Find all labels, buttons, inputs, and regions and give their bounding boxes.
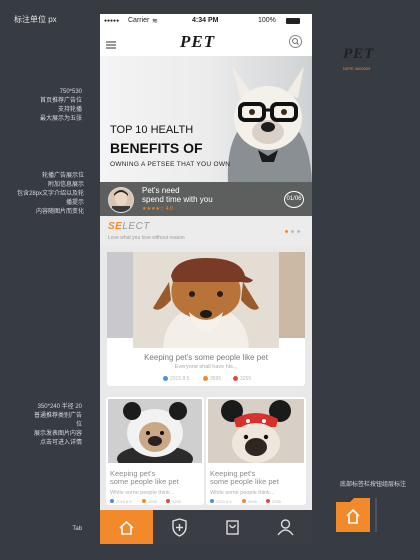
- mouse-ears-dog-photo: [208, 399, 304, 463]
- wifi-icon: ≋: [152, 18, 158, 25]
- tab-pets[interactable]: [153, 510, 206, 544]
- phone-screen: ●●●●● Carrier ≋ 4:34 PM 100% PET TOP 10 …: [100, 14, 312, 544]
- like-count: 3255: [172, 499, 181, 504]
- search-icon[interactable]: [289, 35, 302, 48]
- likes-icon: [166, 499, 170, 503]
- hero-banner[interactable]: TOP 10 HEALTH BENEFITS OF OWNING A PETSE…: [100, 56, 312, 182]
- feature-card-title: Keeping pet's some people like pet: [144, 353, 268, 362]
- select-subtitle: Love what you love without reason: [108, 235, 185, 241]
- views-icon: [242, 499, 246, 503]
- post-card-title-line2: some people like pet: [210, 477, 279, 486]
- view-count: 3595: [248, 499, 257, 504]
- featured-post-card[interactable]: Keeping pet's some people like pet Every…: [107, 252, 305, 386]
- post-card-subtitle: While some people think...: [110, 490, 175, 496]
- post-card-subtitle: While some people think...: [210, 490, 275, 496]
- page-dot: [291, 230, 294, 233]
- date-icon: [110, 499, 114, 503]
- likes-icon: [266, 499, 270, 503]
- select-heading: SELECT: [108, 221, 150, 232]
- hero-title-line2: BENEFITS OF: [110, 140, 203, 156]
- home-icon: [119, 520, 134, 535]
- carousel-info-bar[interactable]: Pet's need spend time with you ★★★★☆ 4.0…: [100, 182, 312, 216]
- signal-icon: ●●●●●: [104, 18, 120, 24]
- likes-icon: [233, 376, 238, 381]
- battery-percent: 100%: [258, 17, 276, 24]
- clock-time: 4:34 PM: [192, 17, 219, 24]
- brand-color-caption: NZPE 4000009: [343, 66, 371, 71]
- date-icon: [210, 499, 214, 503]
- brand-mark-sample: PET: [343, 46, 375, 62]
- ad-title-line2: spend time with you: [142, 195, 213, 204]
- bottom-tab-bar: [100, 510, 312, 544]
- adbar-spec-note: 轮播广告展示位 附加信息展示 包含28px文字介绍以及轮播提示 内容随图片而变化: [16, 173, 84, 215]
- feature-card-subtitle: Everyone shall have his...: [174, 364, 238, 370]
- page-dot-active: [285, 230, 288, 233]
- views-icon: [203, 376, 208, 381]
- status-bar: ●●●●● Carrier ≋ 4:34 PM 100%: [100, 14, 312, 28]
- hero-spec-note: 750*530 首页推荐广告位 支持轮播 最大展示为五张: [39, 89, 82, 122]
- ad-title-line1: Pet's need: [142, 186, 180, 195]
- dog-with-cap-photo: [133, 252, 279, 348]
- tab-spec-note: Tab: [72, 526, 82, 532]
- carrier-label: Carrier: [128, 17, 150, 24]
- nav-bar: PET: [100, 28, 312, 56]
- pet-shield-icon: [172, 518, 187, 537]
- profile-icon: [277, 519, 294, 536]
- post-date: 2015.8.5: [170, 376, 190, 382]
- post-date: 2015.8.5: [116, 499, 132, 504]
- ad-rating: ★★★★☆ 4.0: [142, 206, 173, 212]
- page-dot: [297, 230, 300, 233]
- tab-shop[interactable]: [206, 510, 259, 544]
- bottom-spec-note: 底部标签栏按钮组层标注: [339, 482, 406, 488]
- card-spec-note: 350*240 半径 20 普通推荐类别广告位 展示发表图片内容 点击可进入详情: [33, 404, 82, 446]
- select-section-header: SELECT Love what you love without reason: [100, 216, 312, 246]
- tab-button-spec: [332, 496, 390, 537]
- post-date: 2015.8.5: [216, 499, 232, 504]
- view-count: 3595: [210, 376, 222, 382]
- menu-icon[interactable]: [106, 37, 116, 49]
- hero-title-line1: TOP 10 HEALTH: [110, 124, 194, 136]
- carousel-page-indicator: 01/06: [284, 191, 304, 208]
- post-card[interactable]: Keeping pet's some people like pet While…: [206, 397, 306, 505]
- avatar: [108, 187, 134, 213]
- like-count: 3255: [240, 376, 252, 382]
- hero-subtitle: OWNING A PETSEE THAT YOU OWN: [110, 161, 231, 168]
- prev-card-peek: [107, 252, 133, 338]
- tab-profile[interactable]: [259, 510, 312, 544]
- spec-title: 标注单位 px: [14, 15, 57, 24]
- battery-icon: [286, 18, 300, 24]
- post-card[interactable]: Keeping pet's some people like pet While…: [106, 397, 204, 505]
- shop-bag-icon: [226, 520, 239, 535]
- views-icon: [142, 499, 146, 503]
- tab-home[interactable]: [100, 510, 153, 544]
- like-count: 3255: [272, 499, 281, 504]
- post-card-title-line2: some people like pet: [110, 477, 179, 486]
- view-count: 3595: [148, 499, 157, 504]
- date-icon: [163, 376, 168, 381]
- panda-costume-dog-photo: [108, 399, 202, 463]
- next-card-peek: [279, 252, 305, 338]
- dog-with-glasses-illustration: [227, 66, 312, 182]
- app-logo: PET: [180, 32, 216, 51]
